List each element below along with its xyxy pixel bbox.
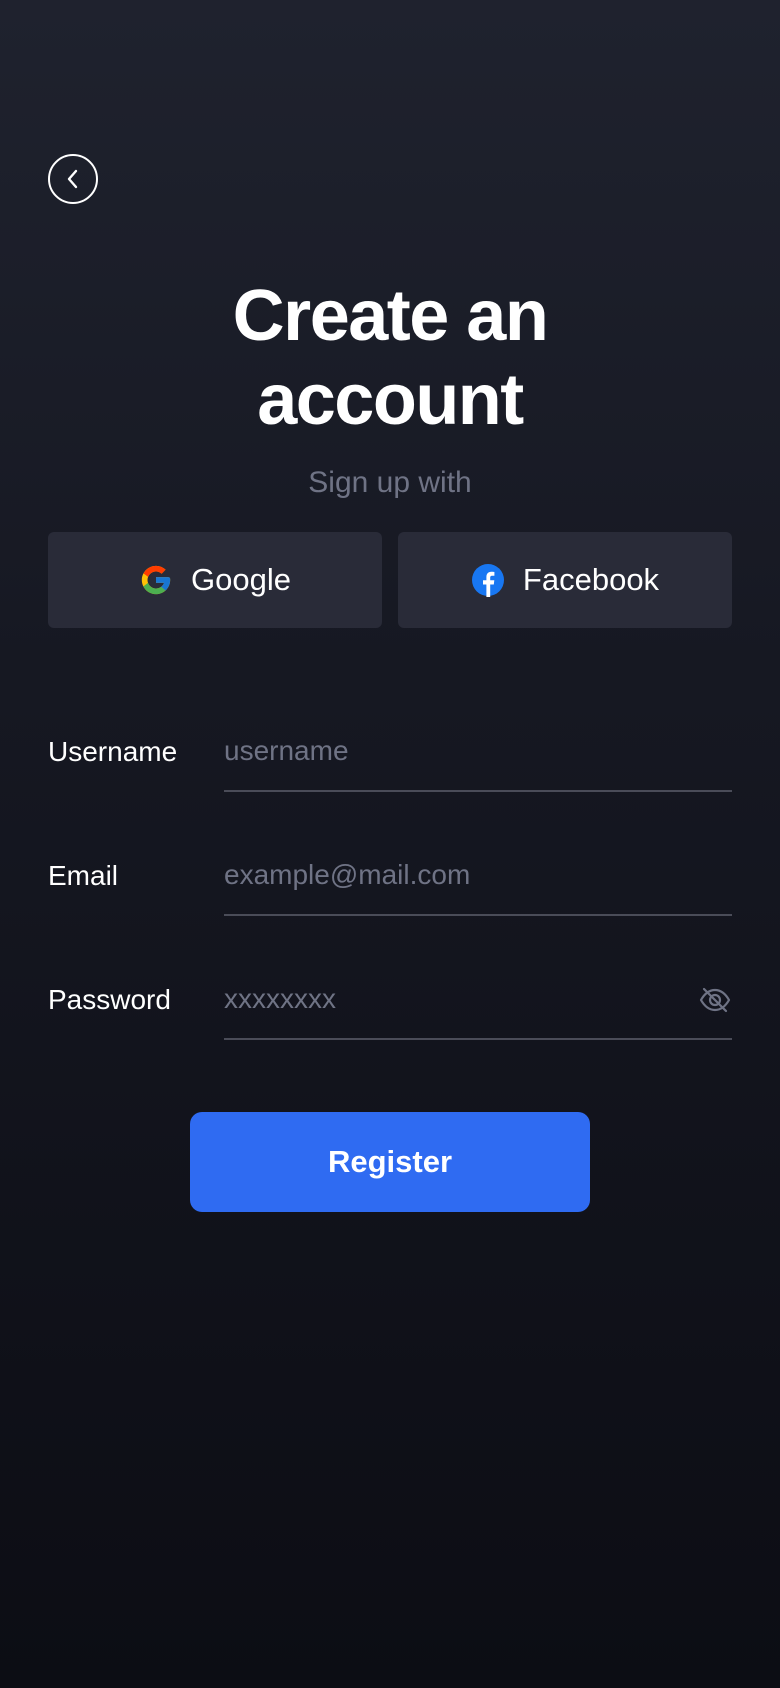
back-button[interactable] [48, 154, 98, 204]
facebook-icon [471, 563, 505, 597]
email-input[interactable] [224, 856, 732, 916]
page-title-line-1: Create an [232, 276, 549, 356]
google-icon [139, 563, 173, 597]
google-label: Google [191, 562, 291, 597]
email-row: Email [48, 856, 732, 926]
email-label: Email [48, 860, 119, 891]
sign-up-with-label: Sign up with [308, 466, 472, 499]
chevron-left-icon [66, 168, 80, 190]
google-signup-button[interactable]: Google [48, 532, 382, 628]
username-input[interactable] [224, 732, 732, 792]
facebook-label: Facebook [522, 562, 660, 597]
facebook-signup-button[interactable]: Facebook [398, 532, 732, 628]
username-label: Username [48, 736, 178, 767]
password-row: Password [48, 980, 732, 1050]
username-row: Username [48, 732, 732, 802]
page-title-line-2: account [257, 360, 524, 440]
eye-off-icon[interactable] [698, 984, 732, 1016]
register-button[interactable]: Register [190, 1112, 590, 1212]
page-title: Create an account [0, 274, 780, 442]
register-screen: Create an account Sign up with Google Fa… [0, 0, 780, 1688]
password-label: Password [48, 984, 171, 1015]
password-input[interactable] [224, 980, 732, 1040]
